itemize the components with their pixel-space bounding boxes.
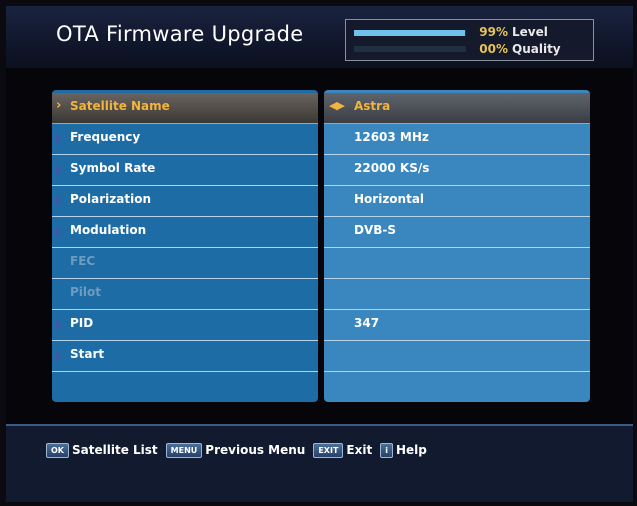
settings-value-row[interactable]: Horizontal [324, 186, 590, 217]
settings-value-row[interactable]: 22000 KS/s [324, 155, 590, 186]
settings-row: FEC [52, 248, 318, 279]
header: OTA Firmware Upgrade 99% Level 00% Quali… [6, 6, 633, 68]
exit-key-icon: EXIT [313, 442, 344, 458]
settings-row-value: Horizontal [354, 192, 425, 206]
ok-key-icon: OK [46, 442, 69, 458]
key-hints: OK Satellite List MENU Previous Menu EXI… [46, 440, 435, 460]
settings-row[interactable]: › Satellite Name [52, 93, 318, 124]
level-bar [354, 30, 466, 36]
settings-row[interactable]: PID [52, 310, 318, 341]
settings-row-label: Polarization [70, 192, 151, 206]
triangle-right-icon [56, 134, 62, 144]
settings-row[interactable]: Frequency [52, 124, 318, 155]
signal-indicator: 99% Level 00% Quality [345, 19, 594, 61]
chevron-right-icon: › [56, 98, 62, 113]
triangle-right-icon [56, 351, 62, 361]
settings-value-row [324, 248, 590, 279]
settings-values-panel: ◀▶ Astra 12603 MHz 22000 KS/s Horizontal DVB-… [324, 90, 590, 402]
help-key-icon: i [380, 442, 393, 458]
settings-row[interactable]: Polarization [52, 186, 318, 217]
settings-row-value: DVB-S [354, 223, 397, 237]
settings-value-row [324, 372, 590, 402]
settings-value-row[interactable]: 12603 MHz [324, 124, 590, 155]
page-title: OTA Firmware Upgrade [56, 22, 304, 46]
settings-row-value: 22000 KS/s [354, 161, 430, 175]
settings-row-value: 347 [354, 316, 380, 330]
level-percent: 99% [479, 25, 508, 39]
level-label: Level [512, 25, 548, 39]
menu-key-icon: MENU [165, 442, 203, 458]
settings-value-row [324, 341, 590, 372]
screen: OTA Firmware Upgrade 99% Level 00% Quali… [6, 6, 633, 502]
settings-value-row[interactable]: 347 [324, 310, 590, 341]
settings-row[interactable]: Modulation [52, 217, 318, 248]
previous-menu-hint[interactable]: Previous Menu [205, 443, 305, 457]
triangle-right-icon [56, 227, 62, 237]
triangle-right-icon [56, 165, 62, 175]
exit-hint[interactable]: Exit [346, 443, 372, 457]
triangle-right-icon [56, 320, 62, 330]
level-bar-fill [354, 30, 465, 36]
settings-row-value: Astra [354, 99, 391, 113]
settings-row-label: Satellite Name [70, 99, 170, 113]
settings-row: Pilot [52, 279, 318, 310]
settings-row-label: Frequency [70, 130, 141, 144]
settings-value-row[interactable]: DVB-S [324, 217, 590, 248]
settings-row-label: FEC [70, 254, 96, 268]
triangle-right-icon [56, 196, 62, 206]
settings-value-row[interactable]: ◀▶ Astra [324, 93, 590, 124]
settings-row-label: Start [70, 347, 105, 361]
settings-row-label: PID [70, 316, 94, 330]
help-hint[interactable]: Help [396, 443, 427, 457]
satellite-list-hint[interactable]: Satellite List [72, 443, 158, 457]
settings-row-label: Symbol Rate [70, 161, 156, 175]
settings-row-label: Modulation [70, 223, 147, 237]
settings-row[interactable]: Start [52, 341, 318, 372]
footer: OK Satellite List MENU Previous Menu EXI… [6, 424, 633, 502]
settings-labels-panel: › Satellite Name Frequency Symbol Rate Polar… [52, 90, 318, 402]
quality-label: Quality [512, 42, 561, 56]
settings-row[interactable]: Symbol Rate [52, 155, 318, 186]
left-right-arrows-icon[interactable]: ◀▶ [329, 99, 345, 112]
settings-row-label: Pilot [70, 285, 102, 299]
settings-row-value: 12603 MHz [354, 130, 429, 144]
quality-bar [354, 46, 466, 52]
settings-value-row [324, 279, 590, 310]
quality-percent: 00% [479, 42, 508, 56]
settings-row [52, 372, 318, 402]
